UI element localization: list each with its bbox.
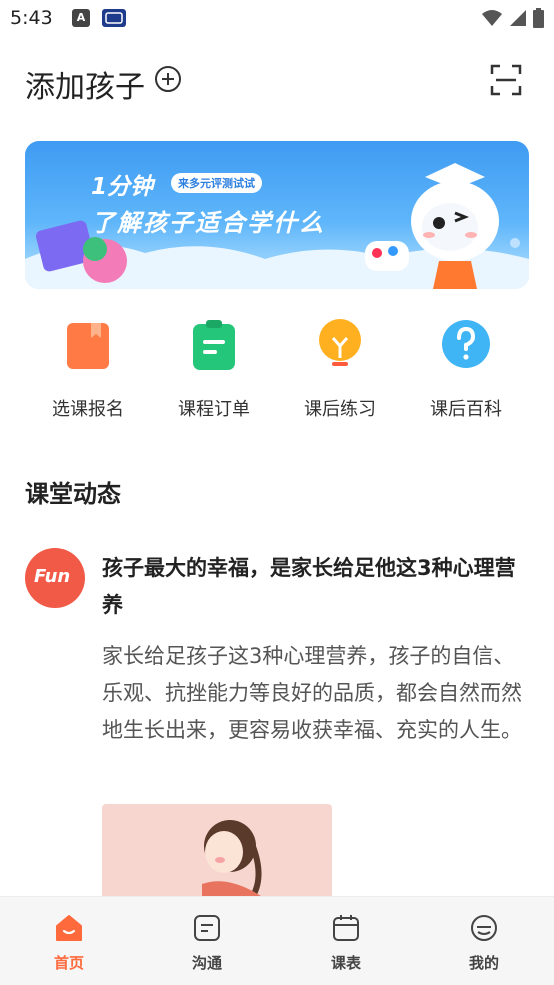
quick-action-label: 课后练习 [304, 399, 376, 420]
header: 添加孩子 [0, 52, 554, 110]
avatar-text: Fun [34, 566, 71, 587]
tab-label: 首页 [53, 954, 84, 972]
tab-schedule[interactable]: 课表 [277, 913, 415, 973]
tab-profile[interactable]: 我的 [415, 913, 553, 973]
quick-action-course-orders[interactable]: 课程订单 [151, 318, 277, 421]
add-child-title[interactable]: 添加孩子 [25, 62, 145, 106]
assessment-banner[interactable]: 1分钟 来多元评测试试 了解孩子适合学什么 [25, 141, 529, 289]
class-feed-title: 课堂动态 [25, 480, 121, 508]
post-body: 家长给足孩子这3种心理营养，孩子的自信、乐观、抗挫能力等良好的品质，都会自然而然… [102, 644, 522, 742]
bottom-tab-bar: 首页 沟通 课表 我的 [0, 896, 554, 985]
message-icon [192, 915, 222, 947]
banner-headline: 1分钟 [91, 174, 154, 200]
status-time: 5:43 [10, 7, 53, 29]
tab-label: 沟通 [191, 954, 222, 972]
calendar-icon [331, 915, 361, 947]
tab-label: 我的 [468, 954, 499, 972]
tab-label: 课表 [330, 954, 361, 972]
tab-home[interactable]: 首页 [0, 913, 138, 973]
quick-action-label: 课后百科 [430, 399, 502, 420]
clipboard-icon [190, 318, 238, 370]
wifi-icon [481, 9, 503, 31]
quick-action-encyclopedia[interactable]: 课后百科 [403, 318, 529, 421]
add-child-plus-icon[interactable] [155, 66, 181, 92]
post-title[interactable]: 孩子最大的幸福，是家长给足他这3种心理营养 [102, 550, 524, 624]
question-bubble-icon [442, 318, 490, 370]
signal-icon [509, 9, 527, 31]
avatar: Fun [25, 548, 85, 608]
quick-action-course-signup[interactable]: 选课报名 [25, 318, 151, 421]
lightbulb-icon [316, 318, 364, 370]
notification-ticket-icon [102, 9, 126, 27]
tab-communicate[interactable]: 沟通 [138, 913, 276, 973]
quick-action-label: 课程订单 [178, 399, 250, 420]
notification-a-icon: A [72, 9, 90, 27]
battery-icon [533, 8, 544, 32]
quick-actions: 选课报名 课程订单 课后练习 课后百科 [0, 318, 554, 428]
home-icon [54, 915, 84, 947]
scan-icon[interactable] [490, 64, 522, 96]
profile-icon [469, 915, 499, 947]
banner-badge: 来多元评测试试 [171, 173, 262, 193]
status-bar: 5:43 A [0, 0, 554, 38]
bookmark-icon [64, 318, 112, 370]
banner-subheadline: 了解孩子适合学什么 [91, 209, 325, 237]
quick-action-label: 选课报名 [52, 399, 124, 420]
quick-action-homework[interactable]: 课后练习 [277, 318, 403, 421]
